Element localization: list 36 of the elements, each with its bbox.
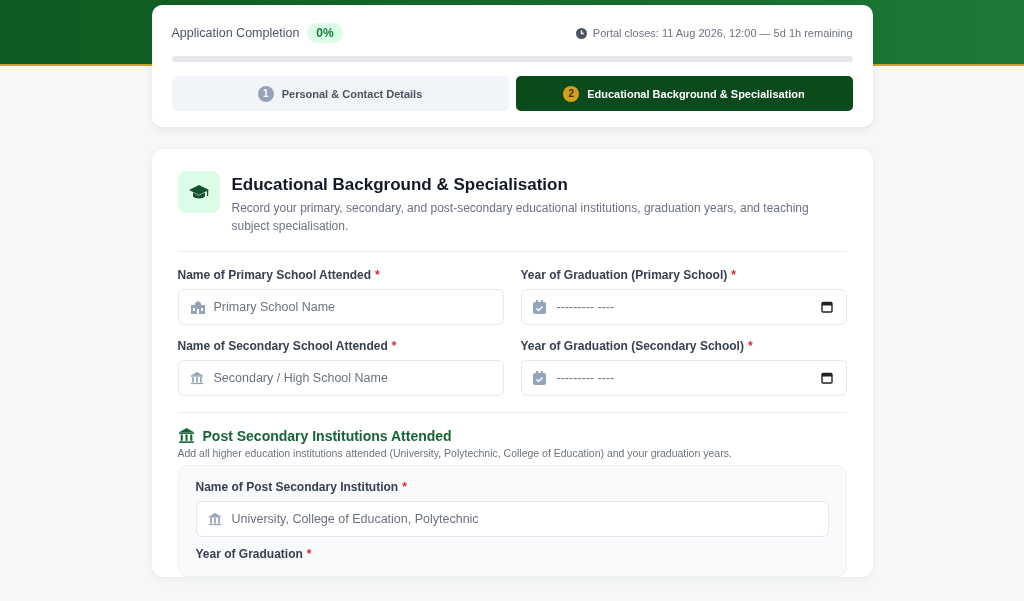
graduation-cap-icon [177, 171, 220, 213]
calendar-icon[interactable] [820, 301, 833, 313]
deadline-text: Portal closes: 11 Aug 2026, 12:00 — 5d 1h remaining [592, 27, 853, 39]
field-label: Name of Primary School Attended [177, 268, 372, 282]
field-label: Year of Graduation (Primary School) [520, 268, 728, 282]
percent-badge: 0% [307, 23, 343, 43]
text-field[interactable]: University, College of Education, Polytechnic [195, 501, 829, 537]
subsection-description: Add all higher education institutions attended (University, Polytechnic, College of Education) and your graduation years. [177, 447, 733, 459]
required-mark: * [306, 547, 312, 561]
bank-icon [189, 371, 204, 385]
step-tab[interactable]: 2 Educational Background & Specialisation [515, 76, 853, 111]
bank-icon [177, 427, 195, 444]
section-title: Educational Background & Specialisation [231, 175, 569, 195]
step-tab[interactable]: 1 Personal & Contact Details [171, 76, 509, 111]
text-field[interactable]: Secondary / High School Name [177, 360, 504, 396]
clock-icon [575, 27, 587, 39]
field-label: Name of Post Secondary Institution [195, 480, 399, 494]
date-field[interactable]: --------- ---- [520, 289, 847, 325]
required-mark: * [391, 339, 397, 353]
subsection-title: Post Secondary Institutions Attended [202, 427, 452, 444]
step-number: 1 [257, 85, 274, 102]
field-label: Year of Graduation (Secondary School) [520, 339, 744, 353]
bank-icon [207, 512, 222, 526]
field-label: Year of Graduation [195, 547, 303, 561]
required-mark: * [747, 339, 753, 353]
field-label: Name of Secondary School Attended [177, 339, 388, 353]
date-field[interactable]: --------- ---- [520, 360, 847, 396]
required-mark: * [375, 268, 380, 282]
calendar-icon[interactable] [820, 372, 833, 384]
required-mark: * [402, 480, 407, 494]
step-number: 2 [563, 85, 580, 102]
school-icon [189, 300, 206, 314]
completion-label: Application Completion [171, 26, 300, 40]
required-mark: * [731, 268, 736, 282]
section-description: Record your primary, secondary, and post-secondary educational institutions, graduation years, and teaching subject specialisation. [231, 200, 810, 235]
text-field[interactable]: Primary School Name [177, 289, 504, 325]
